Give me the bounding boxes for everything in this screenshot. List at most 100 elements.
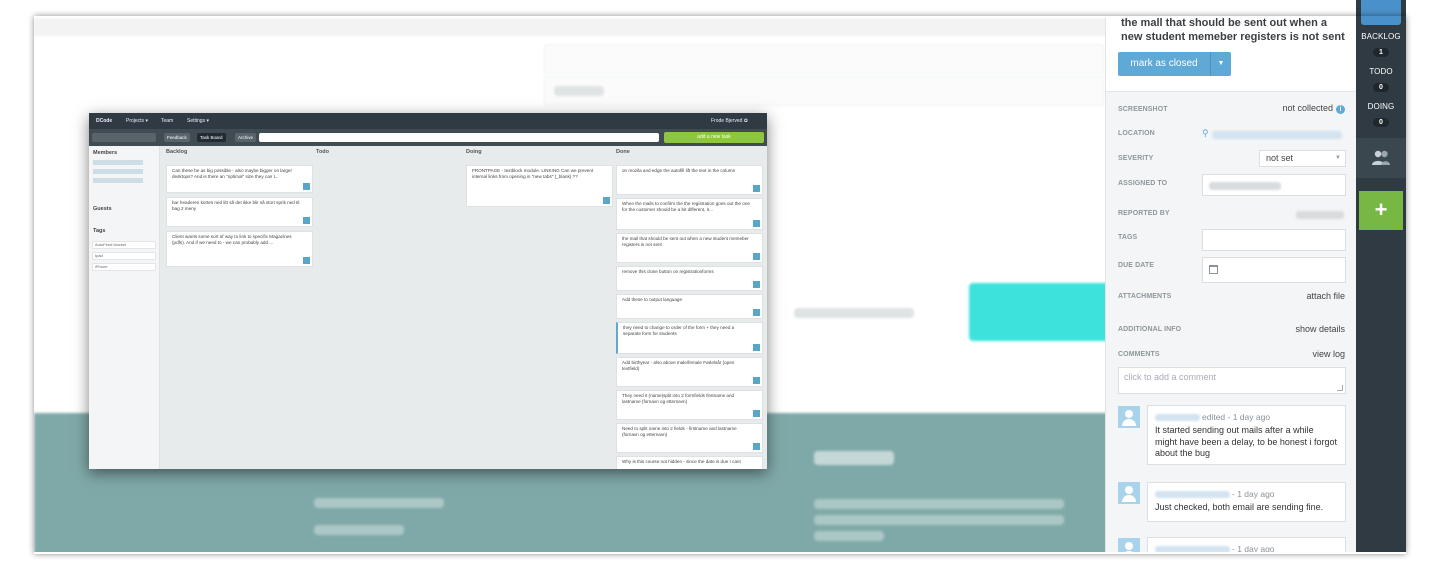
board-search	[259, 133, 659, 142]
board-tab-feedback: Feedback	[164, 133, 190, 142]
commenter-name	[1155, 414, 1200, 421]
chevron-down-icon[interactable]: ▼	[1210, 52, 1231, 76]
bg-footer-text	[814, 499, 1064, 509]
board-sidebar: Members Guests Tags AutoFeed blocker Ipa…	[89, 146, 160, 469]
card-text: Add birthyear - also above male/female F…	[622, 360, 735, 371]
card-avatar	[753, 253, 760, 260]
severity-value: not set	[1266, 153, 1294, 163]
board-card: bar headeren kortes ned litt så det ikke…	[166, 197, 313, 227]
severity-label: SEVERITY	[1118, 155, 1154, 162]
board-members-heading: Members	[93, 150, 118, 156]
commenter-name	[1155, 491, 1230, 498]
screenshot-value-text: not collected	[1282, 103, 1333, 113]
frame-edge	[1406, 0, 1440, 570]
board-card: They need it (name)split into 2 formfiel…	[616, 390, 763, 420]
attach-file-link[interactable]: attach file	[1306, 291, 1345, 301]
board-project-select	[92, 133, 156, 142]
bg-text	[794, 308, 914, 318]
board-brand: DCode	[96, 118, 113, 124]
member-entry	[93, 169, 143, 174]
board-add-task: add a new task	[664, 132, 764, 143]
add-task-button[interactable]: +	[1359, 191, 1403, 230]
board-card: Client wants some sort of way to link to…	[166, 231, 313, 267]
frame-edge	[0, 0, 34, 570]
comments-label: COMMENTS	[1118, 351, 1160, 358]
board-tag: Ipad	[92, 252, 156, 260]
bg-footer-heading	[814, 451, 894, 465]
card-avatar	[753, 410, 760, 417]
card-avatar	[753, 220, 760, 227]
rail-todo[interactable]: TODO 0	[1356, 67, 1406, 94]
rail-stat-name: BACKLOG	[1361, 32, 1401, 41]
card-avatar	[303, 217, 310, 224]
severity-select[interactable]: not set ▼	[1259, 150, 1346, 167]
board-column-todo: Todo	[316, 149, 330, 155]
comment-time: edited - 1 day ago	[1202, 412, 1271, 422]
assigned-to-field[interactable]	[1202, 174, 1346, 196]
users-icon	[1372, 150, 1390, 165]
avatar	[1118, 406, 1140, 428]
resize-grip-icon[interactable]	[1337, 385, 1343, 391]
screenshot-stage: DCode Projects ▾ Team Settings ▾ Frode B…	[0, 0, 1440, 570]
due-date-field[interactable]	[1202, 257, 1346, 283]
screenshot-value: not collected i	[1282, 103, 1345, 114]
card-avatar	[753, 281, 760, 288]
rail-stat-count: 0	[1373, 83, 1389, 92]
card-text: They need it (name)split into 2 formfiel…	[622, 393, 735, 404]
card-avatar	[303, 183, 310, 190]
reported-by-label: REPORTED BY	[1118, 210, 1170, 217]
mark-as-closed-button[interactable]: mark as closed ▼	[1118, 52, 1231, 76]
board-nav: DCode Projects ▾ Team Settings ▾ Frode B…	[89, 113, 767, 129]
tags-field[interactable]	[1202, 229, 1346, 251]
board-card: Add birthyear - also above male/female F…	[616, 357, 763, 387]
board-toolbar: Feedback Task Board Archive add a new ta…	[89, 129, 767, 146]
rail-doing[interactable]: DOING 0	[1356, 102, 1406, 129]
board-guests-heading: Guests	[93, 206, 112, 212]
board-tab-archive: Archive	[235, 133, 257, 142]
card-text: When the mails to confirm the the regist…	[622, 201, 750, 212]
rail-backlog[interactable]: BACKLOG 1	[1356, 32, 1406, 59]
rail-active-tab[interactable]	[1361, 0, 1401, 25]
board-card: the mail that should be sent out when a …	[616, 233, 763, 263]
member-entry	[93, 160, 143, 165]
avatar	[1118, 482, 1140, 504]
board-tags-heading: Tags	[93, 228, 106, 234]
card-text: Add these to output language	[622, 297, 683, 302]
bg-footer-text	[314, 525, 404, 535]
comment-input[interactable]: click to add a comment	[1118, 367, 1346, 394]
task-board-screenshot: DCode Projects ▾ Team Settings ▾ Frode B…	[89, 113, 767, 469]
board-nav-settings: Settings ▾	[187, 118, 209, 124]
comment-item: - 1 day ago Just checked, both email are…	[1147, 482, 1346, 522]
info-icon[interactable]: i	[1336, 105, 1345, 114]
board-card: Can these be as big possible - also mayb…	[166, 165, 313, 193]
card-text: Client wants some sort of way to link to…	[172, 234, 292, 245]
card-text: bar headeren kortes ned litt så det ikke…	[172, 200, 300, 211]
board-nav-projects: Projects ▾	[126, 118, 148, 124]
board-nav-user: Frode Bjerved ✿	[711, 118, 748, 124]
due-date-label: DUE DATE	[1118, 262, 1155, 269]
card-text: on mozila and edge the autofill lift the…	[622, 168, 736, 173]
card-avatar	[303, 257, 310, 264]
board-tag: AutoFeed blocker	[92, 241, 156, 249]
board-card: FRONTPAGE - textblock module. LINKING Ca…	[466, 165, 613, 207]
board-card: on mozila and edge the autofill lift the…	[616, 165, 763, 195]
comment-time: - 1 day ago	[1232, 489, 1275, 499]
board-column-backlog: Backlog	[166, 149, 188, 155]
comment-item: edited - 1 day ago It started sending ou…	[1147, 405, 1346, 465]
frame-edge	[0, 552, 1440, 570]
member-entry	[93, 178, 143, 183]
task-title-box: the mall that should be sent out when a …	[1106, 0, 1357, 92]
board-tab-task-board: Task Board	[197, 133, 226, 142]
bg-form-field	[544, 44, 1104, 74]
card-avatar	[753, 309, 760, 316]
location-link[interactable]	[1212, 131, 1342, 139]
additional-info-label: ADDITIONAL INFO	[1118, 326, 1182, 333]
team-button[interactable]	[1356, 138, 1406, 178]
board-card: they need to change to order of the form…	[616, 322, 763, 354]
location-label: LOCATION	[1118, 130, 1155, 137]
card-avatar	[753, 443, 760, 450]
show-details-link[interactable]: show details	[1295, 324, 1345, 334]
calendar-icon	[1209, 265, 1218, 274]
board-card: Add these to output language	[616, 294, 763, 319]
view-log-link[interactable]: view log	[1312, 349, 1345, 359]
